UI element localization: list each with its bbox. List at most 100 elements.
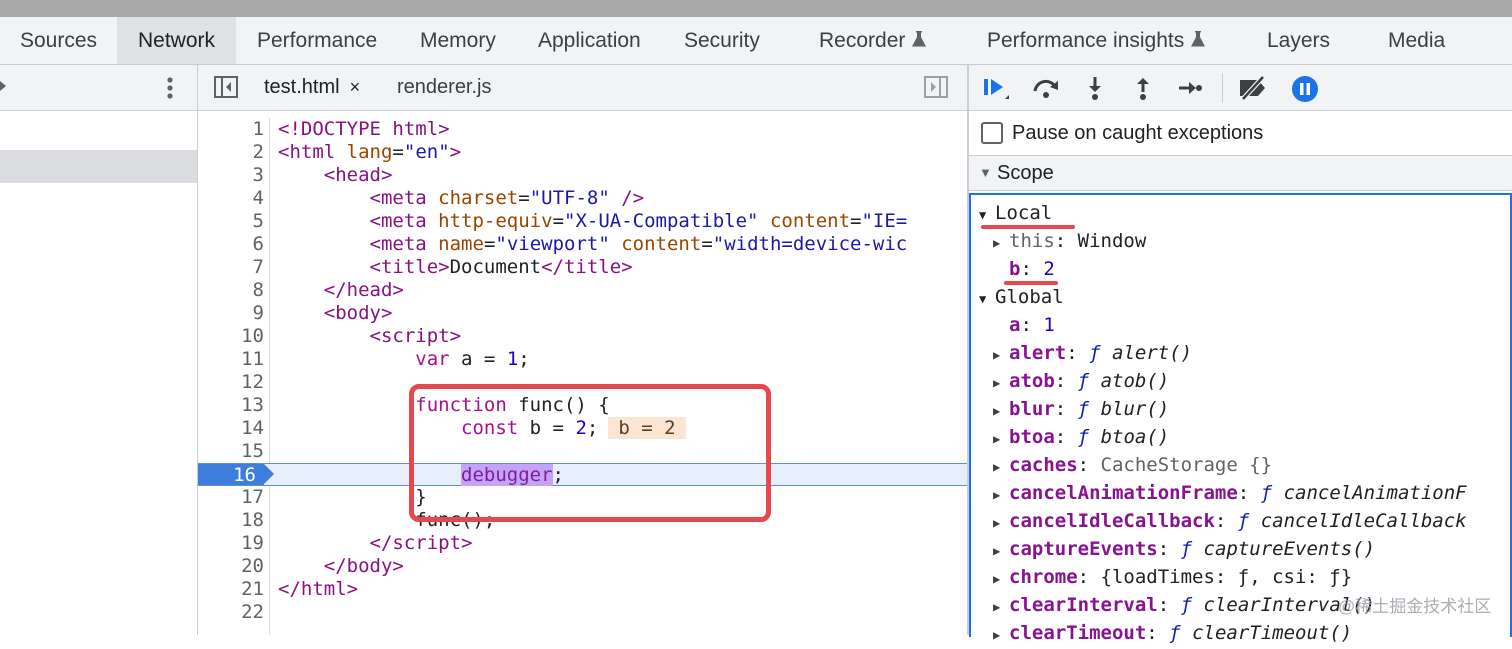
tab-performance-insights[interactable]: Performance insights — [987, 17, 1206, 64]
step-out-icon[interactable] — [1130, 75, 1156, 101]
editor-tab-renderer-js[interactable]: renderer.js — [397, 65, 492, 110]
scope-property-row[interactable]: ▶ clearTimeout: ƒ clearTimeout() — [979, 619, 1467, 647]
scope-property-row[interactable]: a: 1 — [979, 311, 1467, 339]
tab-sources[interactable]: Sources — [0, 17, 117, 64]
step-over-icon[interactable] — [1031, 75, 1058, 101]
tab-recorder[interactable]: Recorder — [819, 17, 927, 64]
step-into-icon[interactable] — [1082, 75, 1108, 101]
line-number[interactable]: 8 — [198, 279, 264, 302]
line-number[interactable]: 13 — [198, 394, 264, 417]
line-number[interactable]: 9 — [198, 302, 264, 325]
close-icon[interactable]: × — [350, 77, 361, 97]
line-number[interactable]: 14 — [198, 417, 264, 440]
step-icon[interactable] — [1177, 75, 1203, 101]
tab-security[interactable]: Security — [684, 17, 760, 64]
tab-application[interactable]: Application — [538, 17, 641, 64]
debugger-sidebar: Pause on caught exceptions ▼ Scope ▼ Loca… — [969, 65, 1512, 644]
toggle-navigator-icon[interactable] — [214, 76, 238, 98]
line-number[interactable]: 2 — [198, 141, 264, 164]
triangle-right-icon[interactable]: ▶ — [993, 509, 1009, 537]
window-top-strip — [0, 0, 1512, 17]
triangle-right-icon[interactable]: ▶ — [993, 453, 1009, 481]
tab-label: Security — [684, 29, 760, 52]
tab-memory[interactable]: Memory — [420, 17, 496, 64]
scope-property-row[interactable]: ▶ chrome: {loadTimes: ƒ, csi: ƒ} — [979, 563, 1467, 591]
navigator-toolbar — [0, 65, 197, 111]
triangle-right-icon[interactable]: ▶ — [993, 537, 1009, 565]
line-number[interactable]: 20 — [198, 555, 264, 578]
editor-tab-test-html[interactable]: test.html × — [264, 65, 360, 110]
property-value: alert() — [1112, 342, 1193, 364]
code-view[interactable]: 1 <!DOCTYPE html> 2 <html lang="en"> 3 <he… — [198, 118, 967, 624]
scope-property-row[interactable]: ▶ caches: CacheStorage {} — [979, 451, 1467, 479]
line-number[interactable]: 1 — [198, 118, 264, 141]
line-number[interactable]: 7 — [198, 256, 264, 279]
pause-on-exceptions-icon[interactable] — [1291, 75, 1318, 102]
scope-property-row[interactable]: ▶ cancelIdleCallback: ƒ cancelIdleCallbac… — [979, 507, 1467, 535]
line-number[interactable]: 17 — [198, 486, 264, 509]
code-line: 6 <meta name="viewport" content="width=d… — [198, 233, 967, 256]
triangle-right-icon[interactable]: ▶ — [993, 369, 1009, 397]
line-number[interactable]: 6 — [198, 233, 264, 256]
line-number[interactable]: 11 — [198, 348, 264, 371]
selected-file-row[interactable] — [0, 150, 197, 183]
scope-property-row[interactable]: ▶ captureEvents: ƒ captureEvents() — [979, 535, 1467, 563]
tab-label: Performance — [257, 29, 378, 52]
tab-label: Media — [1388, 29, 1446, 52]
scope-property-row[interactable]: b: 2 — [979, 255, 1467, 283]
line-number[interactable]: 3 — [198, 164, 264, 187]
line-number[interactable]: 10 — [198, 325, 264, 348]
resume-icon[interactable] — [981, 75, 1009, 101]
triangle-right-icon[interactable]: ▶ — [993, 593, 1009, 621]
line-number[interactable]: 4 — [198, 187, 264, 210]
triangle-right-icon[interactable]: ▶ — [993, 481, 1009, 509]
triangle-right-icon[interactable]: ▶ — [993, 341, 1009, 369]
scope-property-row[interactable]: ▶ btoa: ƒ btoa() — [979, 423, 1467, 451]
line-number[interactable]: 5 — [198, 210, 264, 233]
code-text: </html> — [278, 578, 359, 600]
scope-property-row[interactable]: ▶ blur: ƒ blur() — [979, 395, 1467, 423]
triangle-right-icon[interactable]: ▶ — [993, 565, 1009, 593]
devtools-tabbar: Sources Network Performance Memory Appli… — [0, 17, 1512, 65]
property-value: 2 — [1043, 258, 1055, 280]
scope-property-row[interactable]: ▶ atob: ƒ atob() — [979, 367, 1467, 395]
code-text: var a = 1; — [415, 348, 530, 370]
tab-media[interactable]: Media — [1388, 17, 1445, 64]
code-text: <head> — [323, 164, 393, 186]
scope-local-header[interactable]: ▼ Local — [979, 199, 1467, 227]
scope-property-row[interactable]: ▶ cancelAnimationFrame: ƒ cancelAnimation… — [979, 479, 1467, 507]
line-number[interactable]: 15 — [198, 440, 264, 463]
code-line: 21 </html> — [198, 578, 967, 601]
line-number[interactable]: 18 — [198, 509, 264, 532]
tab-layers[interactable]: Layers — [1267, 17, 1330, 64]
pause-on-caught-checkbox[interactable] — [981, 122, 1003, 144]
line-number[interactable]: 21 — [198, 578, 264, 601]
toggle-debugger-icon[interactable] — [924, 76, 948, 98]
global-label: Global — [995, 286, 1064, 308]
scope-property-row[interactable]: ▶ alert: ƒ alert() — [979, 339, 1467, 367]
triangle-right-icon[interactable]: ▶ — [993, 621, 1009, 649]
property-key: cancelIdleCallback — [1009, 510, 1215, 532]
breakpoint-marker[interactable]: 16 — [198, 464, 274, 486]
deactivate-breakpoints-icon[interactable] — [1237, 75, 1265, 101]
triangle-right-icon[interactable]: ▶ — [993, 397, 1009, 425]
chevron-right-icon[interactable] — [0, 77, 10, 98]
more-options-icon[interactable] — [160, 73, 180, 103]
line-number[interactable]: 22 — [198, 601, 264, 624]
tab-performance[interactable]: Performance — [257, 17, 377, 64]
line-number[interactable]: 12 — [198, 371, 264, 394]
scope-section-header[interactable]: ▼ Scope — [969, 156, 1512, 191]
triangle-right-icon[interactable]: ▶ — [993, 229, 1009, 257]
tab-network[interactable]: Network — [117, 17, 236, 64]
property-key: b — [1009, 258, 1021, 280]
property-key: captureEvents — [1009, 538, 1158, 560]
code-text: </script> — [369, 532, 473, 554]
property-key: a — [1009, 314, 1021, 336]
line-number[interactable]: 19 — [198, 532, 264, 555]
code-text: <!DOCTYPE html> — [278, 118, 450, 140]
triangle-right-icon[interactable]: ▶ — [993, 425, 1009, 453]
scope-property-row[interactable]: ▶ this: Window — [979, 227, 1467, 255]
scope-global-header[interactable]: ▼ Global — [979, 283, 1467, 311]
watermark: @稀土掘金技术社区 — [1338, 597, 1492, 616]
pause-on-caught-row: Pause on caught exceptions — [969, 111, 1512, 156]
